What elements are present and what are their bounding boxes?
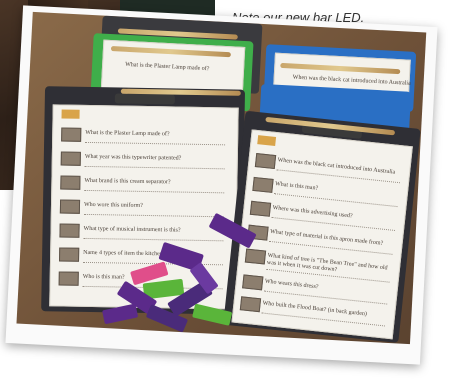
back-sheet-right-question: When was the black cat introduced into A… xyxy=(292,74,411,87)
question-sheet-right: When was the black cat introduced into A… xyxy=(231,129,413,340)
question-photo xyxy=(61,127,82,142)
question-left-1: What is the Plaster Lamp made of? xyxy=(85,129,170,138)
answer-line xyxy=(83,237,224,242)
answer-line xyxy=(85,141,226,146)
question-photo xyxy=(244,248,267,265)
question-photo xyxy=(252,176,274,193)
answer-line xyxy=(274,193,398,208)
question-photo xyxy=(242,274,264,291)
question-photo xyxy=(254,153,277,170)
clipboard-right: When was the black cat introduced into A… xyxy=(223,110,421,343)
question-right-6: Who wears this dress? xyxy=(264,278,319,291)
question-left-4: Who wore this uniform? xyxy=(83,201,143,209)
clipboard-clip xyxy=(114,93,175,105)
question-left-5: What type of musical instrument is this? xyxy=(83,225,181,234)
answer-line xyxy=(84,165,225,170)
question-right-3: Where was this advertising used? xyxy=(272,205,353,220)
question-photo xyxy=(59,199,81,214)
question-left-6: Name 4 types of item the kitchen xyxy=(83,249,163,258)
sheet-tag xyxy=(257,135,277,146)
answer-line xyxy=(84,189,225,194)
question-photo xyxy=(239,296,262,313)
question-left-2: What year was this typewriter patented? xyxy=(84,153,182,162)
question-photo xyxy=(60,175,81,190)
question-photo xyxy=(60,151,81,166)
question-left-3: What brand is this cream separator? xyxy=(84,177,171,186)
polaroid-frame: What is the Plaster Lamp made of? When w… xyxy=(5,5,438,365)
question-photo xyxy=(249,200,272,217)
answer-line xyxy=(83,213,224,218)
back-sheet-left-question: What is the Plaster Lamp made of? xyxy=(125,61,210,73)
question-left-7: Who is this man? xyxy=(82,273,125,281)
question-photo xyxy=(58,271,79,286)
sheet-tag xyxy=(61,109,80,119)
question-right-2: What is this man? xyxy=(274,181,319,192)
question-right-1: When was the black cat introduced into A… xyxy=(277,157,396,176)
question-photo xyxy=(59,247,80,262)
photo-clipboards: What is the Plaster Lamp made of? When w… xyxy=(16,11,427,345)
question-photo xyxy=(59,223,80,238)
answer-line xyxy=(271,217,396,231)
question-right-4: What type of material is this apron made… xyxy=(269,228,384,247)
